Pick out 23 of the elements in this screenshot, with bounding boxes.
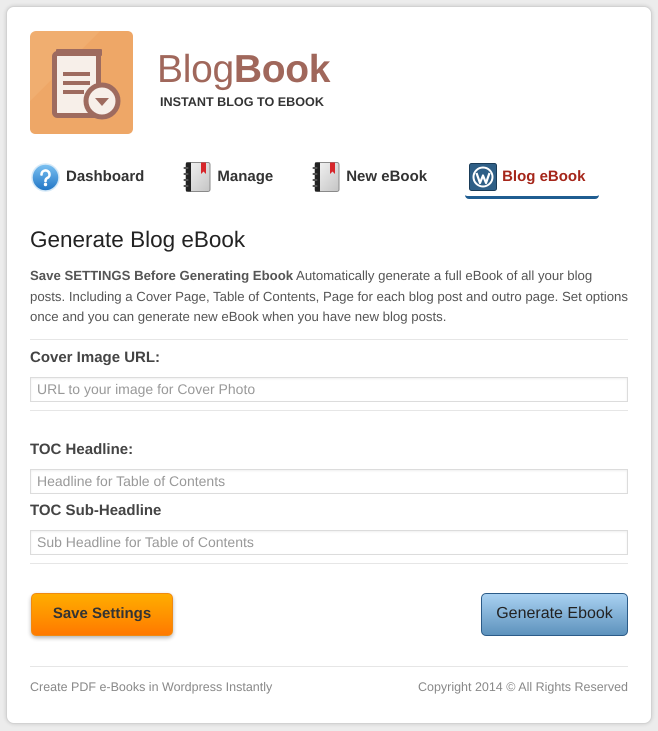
- save-button[interactable]: Save Settings: [31, 592, 173, 636]
- logo-tagline: INSTANT BLOG TO EBOOK: [160, 96, 325, 109]
- notebook-icon: [312, 162, 340, 192]
- logo-title: BlogBook: [157, 50, 330, 89]
- page-heading: Generate Blog eBook: [30, 226, 246, 254]
- text-input[interactable]: URL to your image for Cover Photo: [30, 376, 628, 402]
- book-logo-icon: [30, 31, 133, 134]
- nav-tab[interactable]: Blog eBook: [465, 158, 600, 199]
- w-logo-icon: [469, 163, 498, 191]
- nav-tab[interactable]: Dashboard: [30, 158, 158, 199]
- nav-tab[interactable]: New eBook: [311, 158, 442, 199]
- copyright-text: Copyright 2014 © All Rights Reserved: [418, 678, 628, 694]
- text-input[interactable]: Sub Headline for Table of Contents: [30, 530, 628, 554]
- field-label: TOC Sub-Headline: [30, 500, 162, 520]
- field-label: Cover Image URL:: [30, 348, 162, 368]
- generate-button[interactable]: Generate Ebook: [481, 592, 628, 636]
- footer-tagline: Create PDF e-Books in Wordpress Instantly: [30, 678, 272, 694]
- text-input[interactable]: Headline for Table of Contents: [30, 468, 628, 494]
- nav-tab[interactable]: Manage: [182, 158, 288, 199]
- help-icon: [31, 162, 60, 192]
- notebook-icon: [183, 162, 212, 192]
- intro-text: Save SETTINGS Before Generating Ebook Automatically generate a full eBook of all your blog posts. Including a Cover Page, Table of Contents, Page for each blog post and outro page. Set options once and you can generate new eBook when you have new blog posts.: [30, 267, 628, 326]
- field-label: TOC Headline:: [30, 440, 134, 460]
